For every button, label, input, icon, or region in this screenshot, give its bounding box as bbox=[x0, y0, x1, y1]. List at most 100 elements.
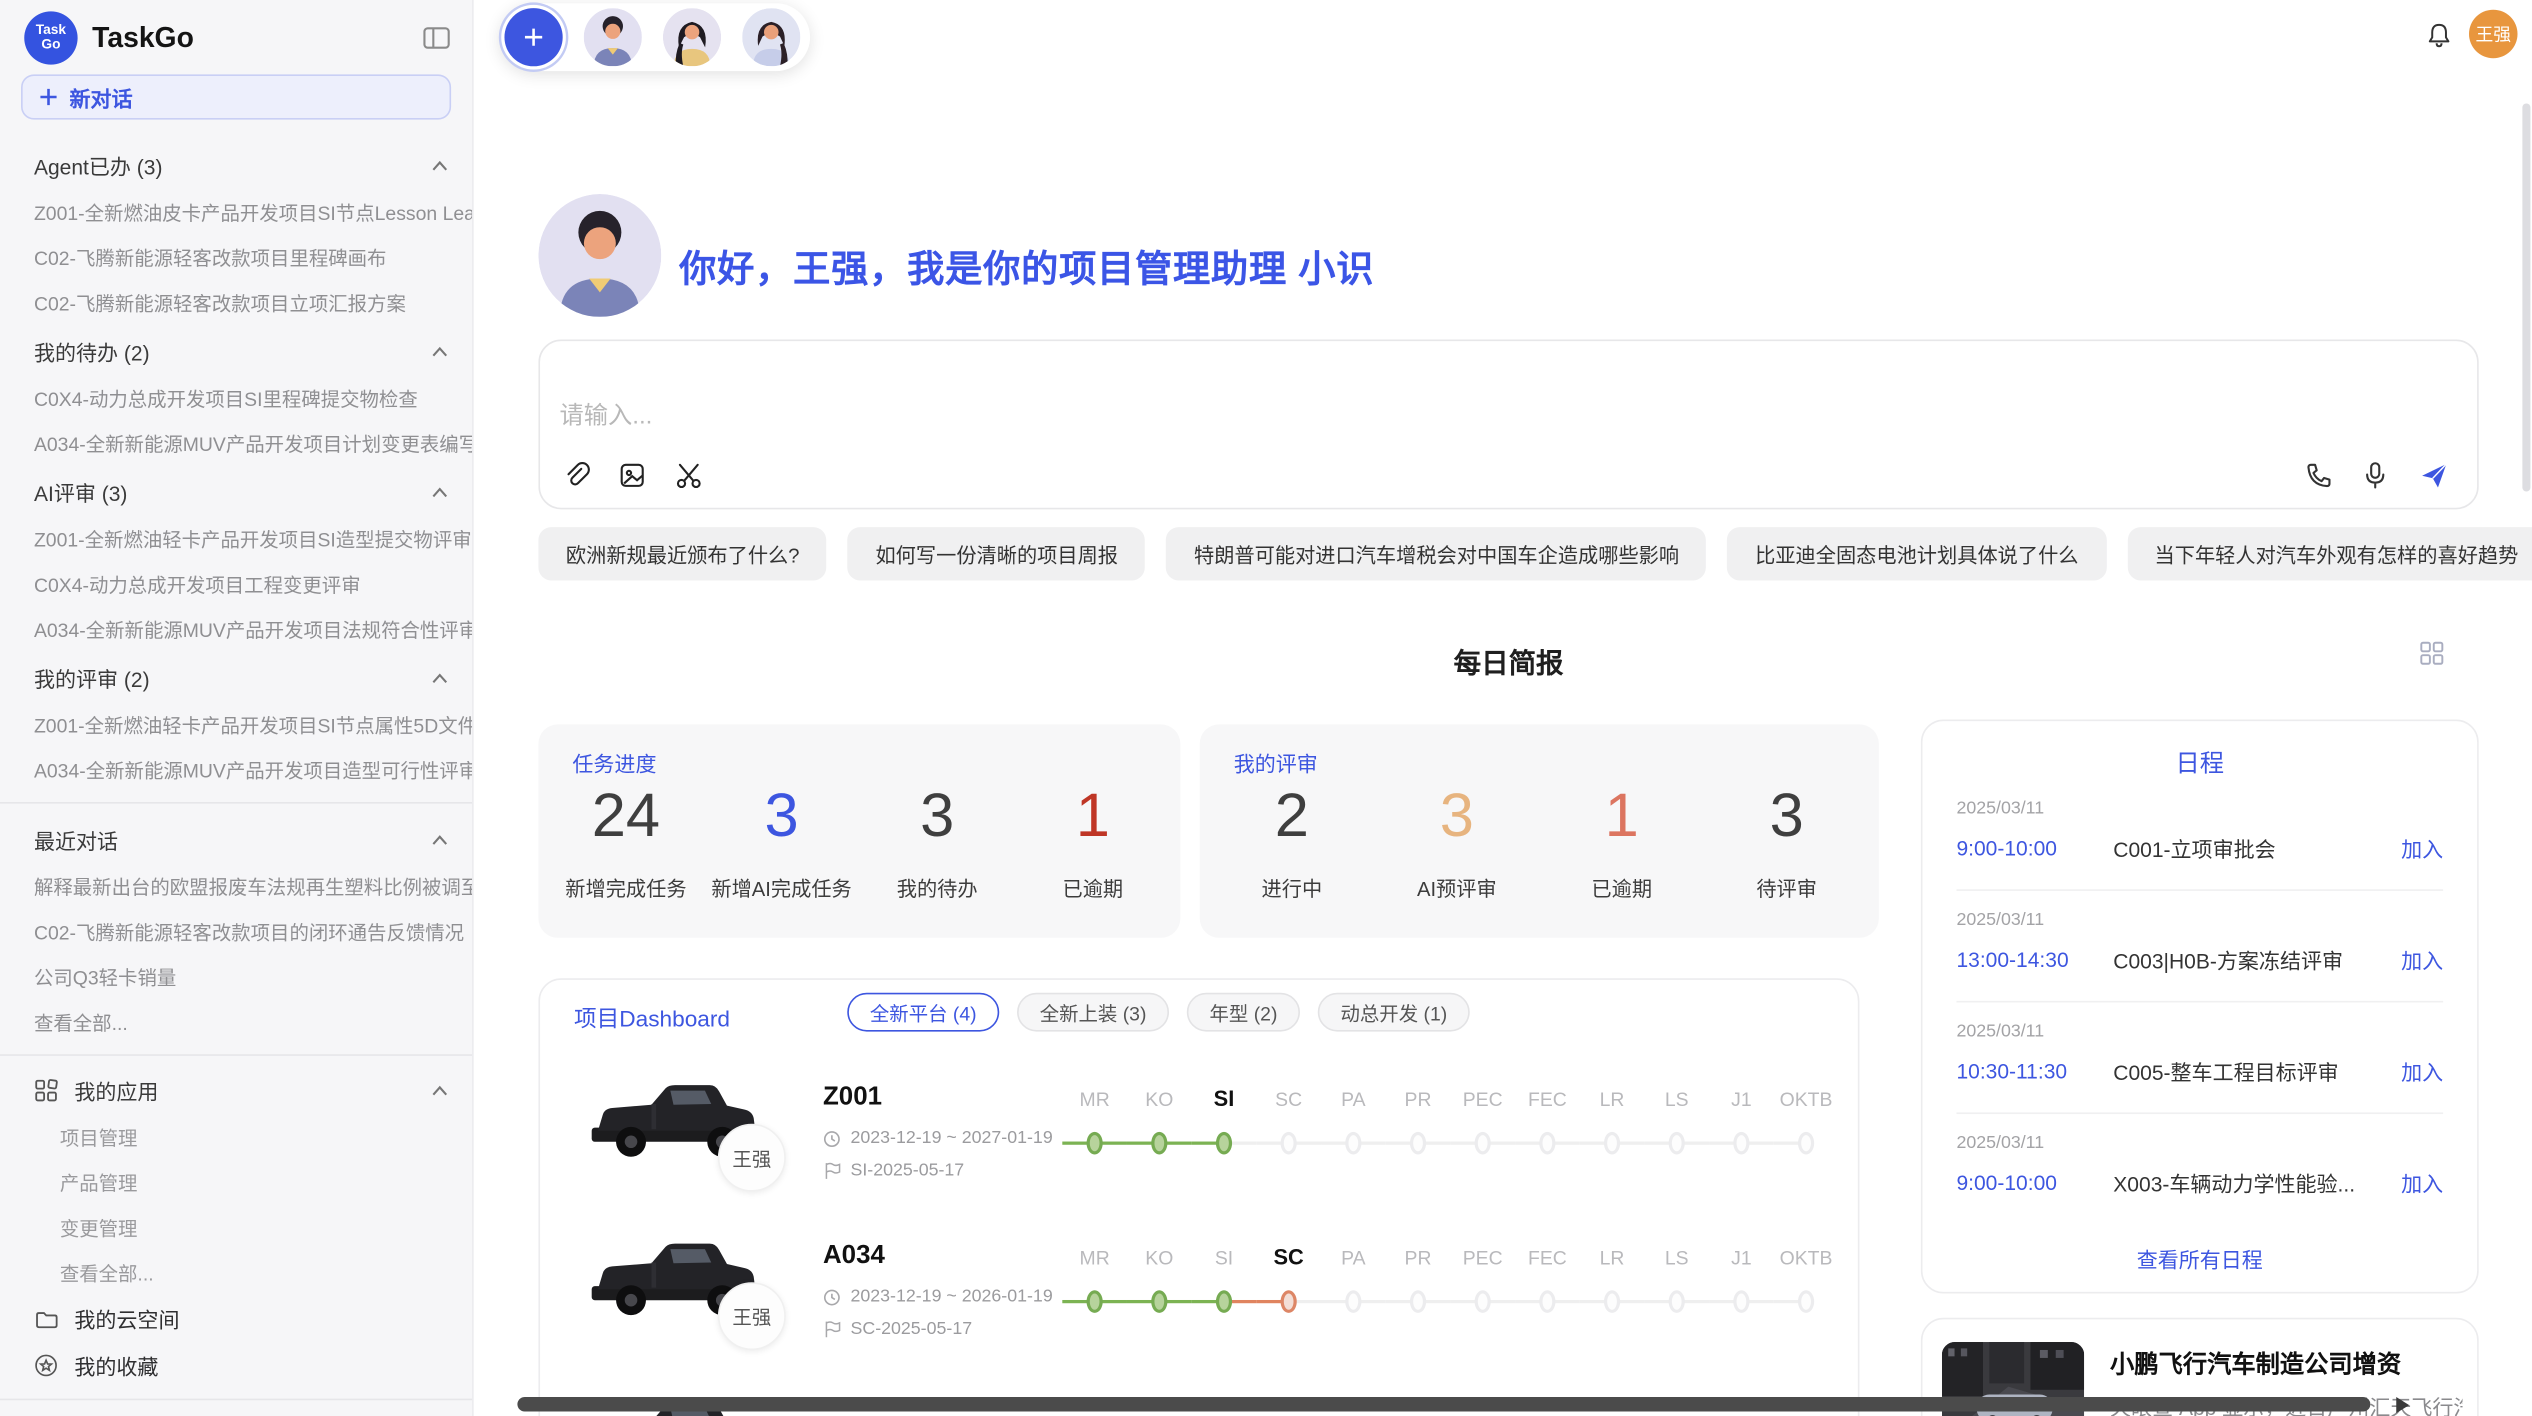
project-code[interactable]: Z001 bbox=[823, 1083, 882, 1112]
milestone-dot[interactable] bbox=[1087, 1290, 1103, 1313]
milestone-dot[interactable] bbox=[1798, 1290, 1814, 1313]
schedule-event-title[interactable]: C001-立项审批会 bbox=[2113, 833, 2401, 864]
filter-pill[interactable]: 年型 (2) bbox=[1187, 993, 1300, 1032]
recent-chat-item[interactable]: 查看全部... bbox=[0, 999, 472, 1044]
milestone-dot[interactable] bbox=[1669, 1290, 1685, 1313]
milestone-dot[interactable] bbox=[1151, 1290, 1167, 1313]
stat-item[interactable]: 24 新增完成任务 bbox=[548, 786, 704, 902]
milestone-dot[interactable] bbox=[1604, 1290, 1620, 1313]
milestone-dot[interactable] bbox=[1733, 1290, 1749, 1313]
stat-item[interactable]: 3 待评审 bbox=[1704, 786, 1869, 902]
stat-item[interactable]: 2 进行中 bbox=[1209, 786, 1374, 902]
new-chat-button[interactable]: 新对话 bbox=[21, 74, 451, 119]
app-item[interactable]: 查看全部... bbox=[0, 1250, 472, 1295]
milestone-dot[interactable] bbox=[1475, 1290, 1491, 1313]
sidebar-item[interactable]: Z001-全新燃油轻卡产品开发项目SI造型提交物评审 bbox=[0, 516, 472, 561]
attachment-icon[interactable] bbox=[561, 461, 590, 490]
project-row[interactable]: 王强 A034 2023-12-19 ~ 2026-01-19 SC-2025-… bbox=[540, 1209, 1861, 1367]
stat-item[interactable]: 3 AI预评审 bbox=[1374, 786, 1539, 902]
sidebar-section-header[interactable]: 我的评审 (2) bbox=[0, 652, 472, 702]
image-upload-icon[interactable] bbox=[618, 461, 647, 490]
sidebar-section-header[interactable]: Agent已办 (3) bbox=[0, 139, 472, 189]
user-avatar[interactable]: 王强 bbox=[2469, 10, 2518, 59]
assistant-avatar[interactable] bbox=[742, 8, 800, 66]
app-item[interactable]: 变更管理 bbox=[0, 1205, 472, 1250]
sidebar-section-header[interactable]: 我的待办 (2) bbox=[0, 325, 472, 375]
project-code[interactable]: A034 bbox=[823, 1242, 885, 1271]
add-assistant-button[interactable] bbox=[504, 8, 562, 66]
recent-chat-item[interactable]: 解释最新出台的欧盟报废车法规再生塑料比例被调至15%... bbox=[0, 863, 472, 908]
join-link[interactable]: 加入 bbox=[2401, 1167, 2443, 1198]
filter-pill[interactable]: 动总开发 (1) bbox=[1318, 993, 1470, 1032]
milestone-dot[interactable] bbox=[1216, 1290, 1232, 1313]
milestone-dot[interactable] bbox=[1604, 1132, 1620, 1155]
sidebar-item[interactable]: A034-全新新能源MUV产品开发项目计划变更表编写 bbox=[0, 420, 472, 465]
phone-icon[interactable] bbox=[2302, 461, 2331, 490]
milestone-dot[interactable] bbox=[1410, 1132, 1426, 1155]
suggestion-chip[interactable]: 比亚迪全固态电池计划具体说了什么 bbox=[1728, 527, 2106, 580]
notification-bell-icon[interactable] bbox=[2425, 21, 2452, 50]
milestone-dot[interactable] bbox=[1733, 1132, 1749, 1155]
assistant-avatar[interactable] bbox=[663, 8, 721, 66]
milestone-dot[interactable] bbox=[1798, 1132, 1814, 1155]
microphone-icon[interactable] bbox=[2362, 461, 2388, 490]
stat-item[interactable]: 1 已逾期 bbox=[1015, 786, 1171, 902]
sidebar-item[interactable]: C0X4-动力总成开发项目工程变更评审 bbox=[0, 561, 472, 606]
schedule-event-title[interactable]: C005-整车工程目标评审 bbox=[2113, 1056, 2401, 1087]
stat-item[interactable]: 3 我的待办 bbox=[859, 786, 1015, 902]
app-item[interactable]: 项目管理 bbox=[0, 1114, 472, 1159]
milestone-dot[interactable] bbox=[1669, 1132, 1685, 1155]
milestone-dot[interactable] bbox=[1216, 1132, 1232, 1155]
layout-grid-icon[interactable] bbox=[2419, 640, 2445, 666]
sidebar-item-cloud-space[interactable]: 我的云空间 bbox=[0, 1295, 472, 1342]
suggestion-chip[interactable]: 欧洲新规最近颁布了什么? bbox=[538, 527, 827, 580]
schedule-event-title[interactable]: X003-车辆动力学性能验... bbox=[2113, 1167, 2401, 1198]
vertical-scrollbar[interactable] bbox=[2522, 103, 2530, 491]
sidebar-item-favorites[interactable]: 我的收藏 bbox=[0, 1342, 472, 1389]
milestone-dot[interactable] bbox=[1281, 1132, 1297, 1155]
message-input[interactable] bbox=[559, 403, 1529, 430]
my-apps-header[interactable]: 我的应用 bbox=[0, 1066, 472, 1115]
scroll-right-arrow[interactable] bbox=[2396, 1397, 2409, 1413]
sidebar-section-header[interactable]: AI评审 (3) bbox=[0, 466, 472, 516]
milestone-dot[interactable] bbox=[1281, 1290, 1297, 1313]
sidebar-collapse-icon[interactable] bbox=[422, 23, 451, 50]
milestone-dot[interactable] bbox=[1539, 1132, 1555, 1155]
stat-item[interactable]: 1 已逾期 bbox=[1539, 786, 1704, 902]
milestone-dot[interactable] bbox=[1539, 1290, 1555, 1313]
sidebar-item[interactable]: Z001-全新燃油皮卡产品开发项目SI节点Lesson Learn报告 bbox=[0, 189, 472, 234]
horizontal-scrollbar[interactable] bbox=[517, 1397, 2370, 1412]
milestone-dot[interactable] bbox=[1087, 1132, 1103, 1155]
sidebar-item[interactable]: C0X4-动力总成开发项目SI里程碑提交物检查 bbox=[0, 375, 472, 420]
join-link[interactable]: 加入 bbox=[2401, 833, 2443, 864]
join-link[interactable]: 加入 bbox=[2401, 1056, 2443, 1087]
schedule-event-title[interactable]: C003|H0B-方案冻结评审 bbox=[2113, 944, 2401, 975]
recent-chat-item[interactable]: C02-飞腾新能源轻客改款项目的闭环通告反馈情况 bbox=[0, 909, 472, 954]
sidebar-item[interactable]: A034-全新新能源MUV产品开发项目法规符合性评审 bbox=[0, 606, 472, 651]
sidebar-item[interactable]: Z001-全新燃油轻卡产品开发项目SI节点属性5D文件评审 bbox=[0, 702, 472, 747]
suggestion-chip[interactable]: 当下年轻人对汽车外观有怎样的喜好趋势 bbox=[2127, 527, 2532, 580]
stat-item[interactable]: 3 新增AI完成任务 bbox=[704, 786, 860, 902]
suggestion-chip[interactable]: 特朗普可能对进口汽车增税会对中国车企造成哪些影响 bbox=[1167, 527, 1707, 580]
milestone-dot[interactable] bbox=[1475, 1132, 1491, 1155]
filter-pill[interactable]: 全新平台 (4) bbox=[847, 993, 999, 1032]
scissors-icon[interactable] bbox=[674, 461, 703, 490]
suggestion-chip[interactable]: 如何写一份清晰的项目周报 bbox=[848, 527, 1146, 580]
sidebar-item[interactable]: C02-飞腾新能源轻客改款项目里程碑画布 bbox=[0, 234, 472, 279]
recent-chats-header[interactable]: 最近对话 bbox=[0, 813, 472, 863]
sidebar-item[interactable]: A034-全新新能源MUV产品开发项目造型可行性评审 bbox=[0, 747, 472, 792]
view-all-schedule-link[interactable]: 查看所有日程 bbox=[1922, 1243, 2477, 1274]
sidebar-item-ai-employee[interactable]: AI超级员工 bbox=[0, 1410, 472, 1416]
milestone-dot[interactable] bbox=[1345, 1132, 1361, 1155]
sidebar-item[interactable]: C02-飞腾新能源轻客改款项目立项汇报方案 bbox=[0, 280, 472, 325]
milestone-dot[interactable] bbox=[1345, 1290, 1361, 1313]
milestone-dot[interactable] bbox=[1410, 1290, 1426, 1313]
app-item[interactable]: 产品管理 bbox=[0, 1159, 472, 1204]
assistant-avatar[interactable] bbox=[584, 8, 642, 66]
recent-chat-item[interactable]: 公司Q3轻卡销量 bbox=[0, 954, 472, 999]
send-icon[interactable] bbox=[2419, 461, 2450, 490]
milestone-dot[interactable] bbox=[1151, 1132, 1167, 1155]
join-link[interactable]: 加入 bbox=[2401, 944, 2443, 975]
filter-pill[interactable]: 全新上装 (3) bbox=[1017, 993, 1169, 1032]
project-row[interactable]: 王强 Z001 2023-12-19 ~ 2027-01-19 SI-2025-… bbox=[540, 1051, 1861, 1209]
